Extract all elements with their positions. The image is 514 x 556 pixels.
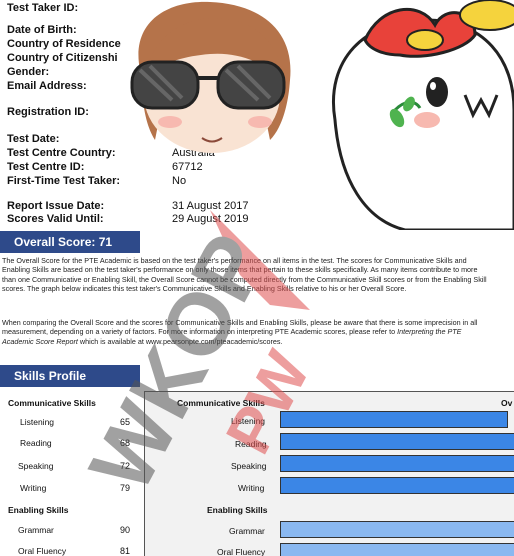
first-time-value: No <box>172 175 187 187</box>
test-centre-country-label: Test Centre Country: <box>7 147 116 159</box>
skill-name-reading: Reading <box>20 438 52 448</box>
bar-oral-fluency <box>280 543 514 556</box>
country-of-citizenship-label: Country of Citizenshi <box>7 52 118 64</box>
score-report-page: Test Taker ID: Date of Birth: Country of… <box>0 0 514 556</box>
skill-name-listening: Listening <box>20 417 55 427</box>
enabling-skills-heading: Enabling Skills <box>8 505 69 515</box>
skills-profile-chart: Communicative Skills Ov Listening Readin… <box>144 391 514 556</box>
chart-label-grammar: Grammar <box>229 526 265 536</box>
bar-writing <box>280 477 514 494</box>
country-of-residence-label: Country of Residence <box>7 38 121 50</box>
chart-overall-label: Ov <box>501 398 513 408</box>
skill-score-reading: 68 <box>120 438 131 448</box>
bar-listening <box>280 411 508 428</box>
chart-label-speaking: Speaking <box>231 461 267 471</box>
first-time-label: First-Time Test Taker: <box>7 175 121 187</box>
skills-profile-banner: Skills Profile <box>0 365 140 387</box>
scores-valid-until-value: 29 August 2019 <box>172 213 249 225</box>
chart-label-writing: Writing <box>238 483 265 493</box>
report-issue-date-value: 31 August 2017 <box>172 200 249 212</box>
skill-name-speaking: Speaking <box>18 461 54 471</box>
test-centre-country-value: Australia <box>172 147 215 159</box>
skill-score-writing: 79 <box>120 483 131 493</box>
chart-enabling-heading: Enabling Skills <box>207 505 268 515</box>
bar-speaking <box>280 455 514 472</box>
report-issue-date-label: Report Issue Date: <box>7 200 105 212</box>
bar-grammar <box>280 521 514 538</box>
registration-id-label: Registration ID: <box>7 106 89 118</box>
skill-name-grammar: Grammar <box>18 525 54 535</box>
email-label: Email Address: <box>7 80 87 92</box>
skill-score-grammar: 90 <box>120 525 131 535</box>
skills-score-list: Communicative Skills Listening 65 Readin… <box>0 391 140 556</box>
gender-label: Gender: <box>7 66 50 78</box>
chart-communicative-heading: Communicative Skills <box>177 398 265 408</box>
bar-reading <box>280 433 514 450</box>
chart-label-oral-fluency: Oral Fluency <box>217 547 266 556</box>
overall-score-banner: Overall Score: 71 <box>0 231 140 253</box>
measurement-note-text-end: which is available at www.pearsonpte.com… <box>77 336 283 346</box>
measurement-note-paragraph: When comparing the Overall Score and the… <box>2 318 488 346</box>
chart-label-listening: Listening <box>231 416 266 426</box>
test-centre-id-label: Test Centre ID: <box>7 161 85 173</box>
score-explanation-paragraph: The Overall Score for the PTE Academic i… <box>2 256 487 294</box>
test-taker-id-label: Test Taker ID: <box>7 2 79 14</box>
communicative-skills-heading: Communicative Skills <box>8 398 96 408</box>
date-of-birth-label: Date of Birth: <box>7 24 77 36</box>
skill-score-speaking: 72 <box>120 461 131 471</box>
skill-name-writing: Writing <box>20 483 47 493</box>
test-date-label: Test Date: <box>7 133 60 145</box>
chart-label-reading: Reading <box>235 439 267 449</box>
skill-score-oral-fluency: 81 <box>120 546 131 556</box>
girl-sunglasses-sticker <box>130 1 291 153</box>
skill-score-listening: 65 <box>120 417 131 427</box>
skill-name-oral-fluency: Oral Fluency <box>18 546 67 556</box>
cartoon-creature-sticker <box>332 0 514 230</box>
scores-valid-until-label: Scores Valid Until: <box>7 213 104 225</box>
test-centre-id-value: 67712 <box>172 161 203 173</box>
